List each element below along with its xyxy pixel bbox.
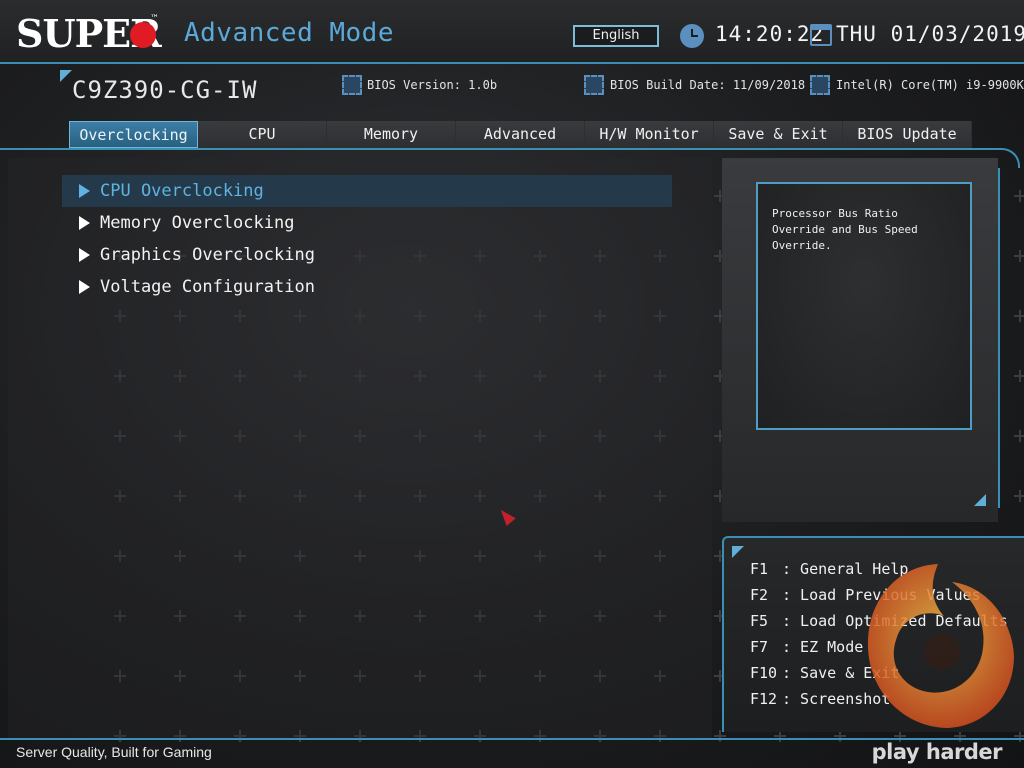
hotkey-key: F12: [750, 690, 778, 708]
brand-logo-dot: [130, 22, 156, 48]
calendar-icon: [810, 24, 832, 46]
menu-item-label: Memory Overclocking: [100, 213, 295, 233]
hotkey-key: F1: [750, 560, 769, 578]
top-header: SUPER ™ Advanced Mode English 14:20:22 T…: [0, 0, 1024, 64]
help-description: Processor Bus Ratio Override and Bus Spe…: [756, 182, 972, 430]
hotkey-row: F7 : EZ Mode: [750, 638, 863, 656]
menu-item-label: CPU Overclocking: [100, 181, 264, 201]
bios-build-date: BIOS Build Date: 11/09/2018: [610, 78, 806, 92]
main-tabs: Overclocking CPU Memory Advanced H/W Mon…: [69, 121, 972, 148]
menu-item-label: Voltage Configuration: [100, 277, 315, 297]
clock-icon: [680, 24, 704, 48]
background-plus-icon: [1014, 490, 1024, 502]
hotkey-desc: : EZ Mode: [782, 638, 864, 656]
background-plus-icon: [1014, 310, 1024, 322]
language-button[interactable]: English: [573, 25, 659, 47]
background-plus-icon: [1014, 370, 1024, 382]
system-date[interactable]: THU 01/03/2019: [836, 22, 1024, 46]
footer-slogan: Server Quality, Built for Gaming: [16, 744, 212, 760]
tab-bios-update[interactable]: BIOS Update: [843, 121, 972, 148]
corner-marker-icon: [60, 70, 72, 82]
menu-item-cpu-overclocking[interactable]: CPU Overclocking: [62, 175, 672, 207]
footer-brand: play harder: [871, 740, 1003, 764]
hotkey-key: F10: [750, 664, 778, 682]
corner-marker-icon: [732, 546, 744, 558]
submenu-arrow-icon: [79, 280, 90, 294]
cpu-chip-icon: [810, 75, 830, 95]
background-plus-icon: [1014, 430, 1024, 442]
menu-item-label: Graphics Overclocking: [100, 245, 315, 265]
tab-advanced[interactable]: Advanced: [456, 121, 585, 148]
board-model: C9Z390-CG-IW: [72, 76, 258, 104]
hotkey-key: F7: [750, 638, 769, 656]
tab-cpu[interactable]: CPU: [198, 121, 327, 148]
hotkey-key: F2: [750, 586, 769, 604]
submenu-arrow-icon: [79, 216, 90, 230]
menu-item-voltage-configuration[interactable]: Voltage Configuration: [62, 271, 672, 303]
background-plus-icon: [1014, 190, 1024, 202]
tab-overclocking[interactable]: Overclocking: [69, 121, 198, 148]
tab-hw-monitor[interactable]: H/W Monitor: [585, 121, 714, 148]
submenu-arrow-icon: [79, 248, 90, 262]
cpu-model: Intel(R) Core(TM) i9-9900K: [836, 78, 1024, 92]
hotkey-key: F5: [750, 612, 769, 630]
mode-title: Advanced Mode: [184, 18, 394, 48]
build-date-icon: [584, 75, 604, 95]
menu-item-graphics-overclocking[interactable]: Graphics Overclocking: [62, 239, 672, 271]
watermark-logo-icon: [867, 564, 1014, 728]
brand-logo-tm: ™: [150, 14, 159, 24]
bios-chip-icon: [342, 75, 362, 95]
system-time[interactable]: 14:20:22: [715, 22, 824, 46]
menu-item-memory-overclocking[interactable]: Memory Overclocking: [62, 207, 672, 239]
corner-marker-icon: [974, 494, 986, 506]
tab-divider: [0, 148, 1000, 150]
background-plus-icon: [1014, 250, 1024, 262]
tab-memory[interactable]: Memory: [327, 121, 456, 148]
frame-line: [998, 168, 1000, 508]
submenu-arrow-icon: [79, 184, 90, 198]
bios-version: BIOS Version: 1.0b: [367, 78, 498, 92]
tab-save-exit[interactable]: Save & Exit: [714, 121, 843, 148]
footer-divider: [0, 738, 1024, 740]
